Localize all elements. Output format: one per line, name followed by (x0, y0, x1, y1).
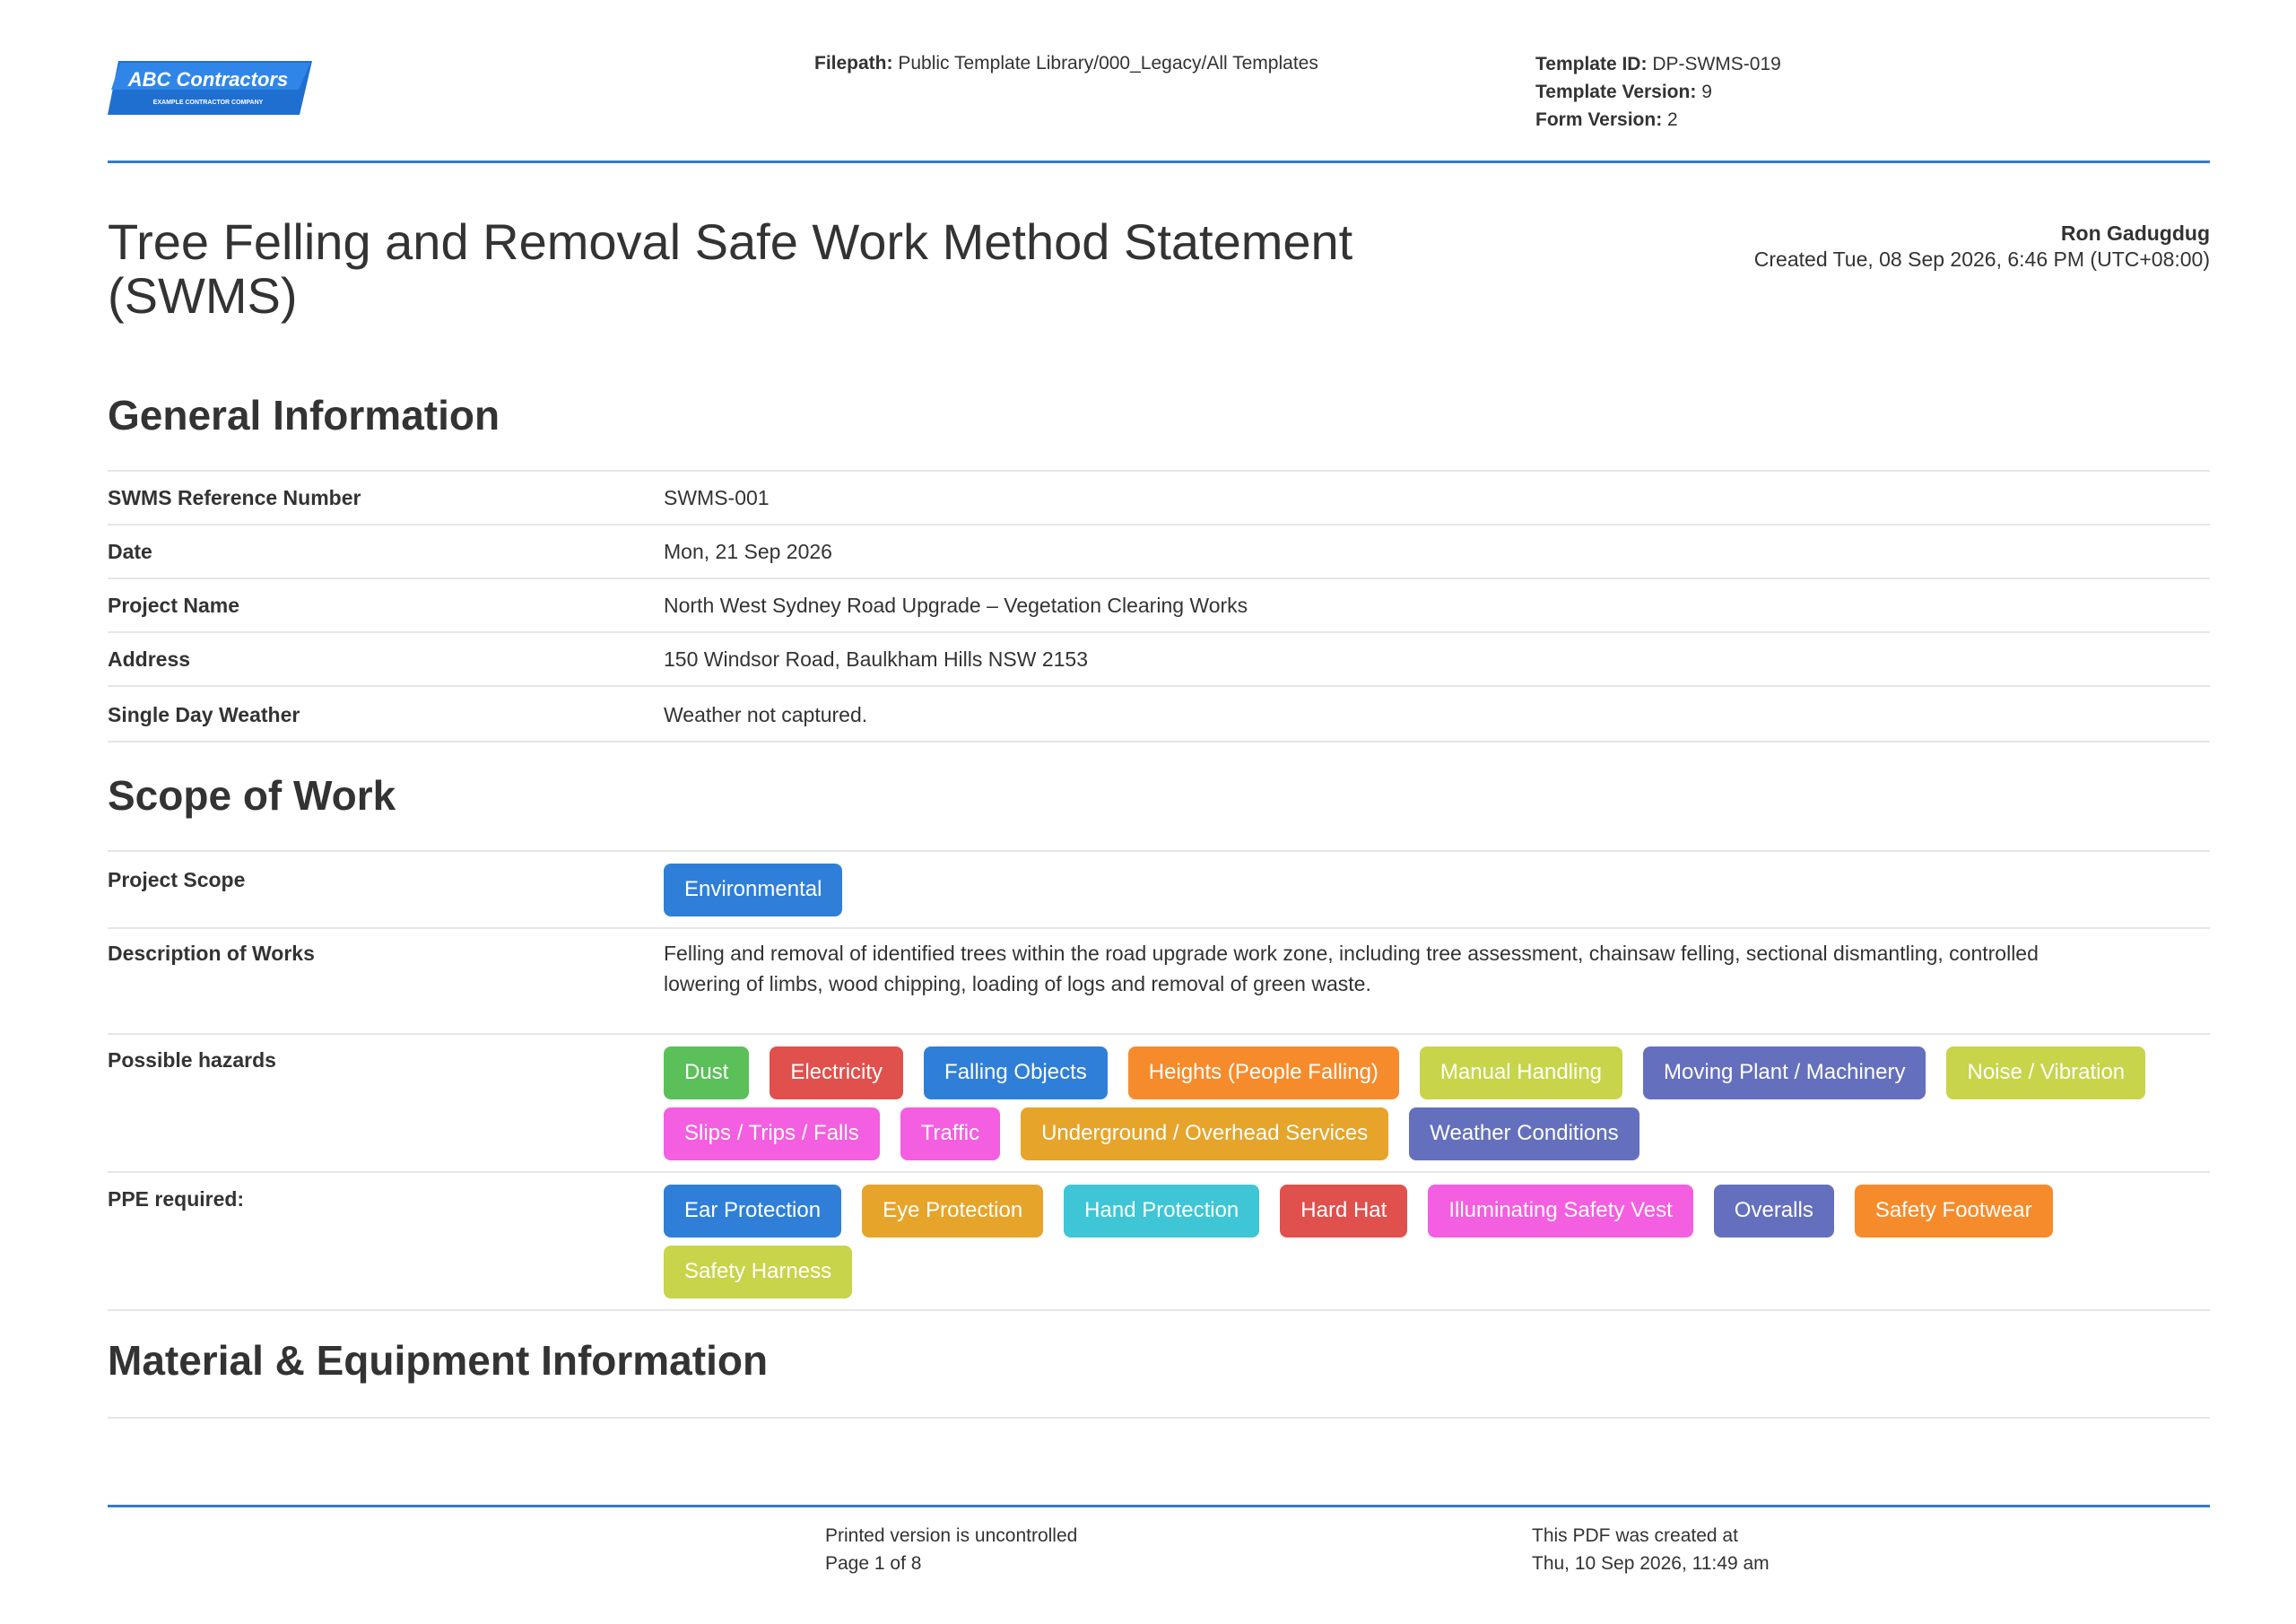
scope-chip: Environmental (664, 864, 843, 916)
ppe-chip: Eye Protection (862, 1185, 1044, 1238)
author-name: Ron Gadugdug (2060, 221, 2210, 245)
hazard-chip: Heights (People Falling) (1127, 1046, 1399, 1099)
document-page: ABC Contractors EXAMPLE CONTRACTOR COMPA… (0, 0, 2296, 1624)
info-row-weather: Single Day Weather Weather not captured. (108, 685, 2210, 741)
hazard-chip: Electricity (770, 1046, 904, 1099)
template-id: Template ID: DP-SWMS-019 (1535, 54, 1781, 74)
hazard-chip: Falling Objects (924, 1046, 1108, 1099)
info-row-address: Address 150 Windsor Road, Baulkham Hills… (108, 631, 2210, 685)
logo-text: ABC Contractors (127, 68, 288, 91)
section-general-information: General Information (108, 392, 500, 439)
hazard-chip: Dust (664, 1046, 750, 1099)
divider (108, 1417, 2210, 1419)
description-text: Felling and removal of identified trees … (664, 942, 2039, 995)
info-row-date: Date Mon, 21 Sep 2026 (108, 524, 2210, 578)
author-block: Ron Gadugdug Created Tue, 08 Sep 2026, 6… (1754, 221, 2210, 273)
hazard-chips: Dust Electricity Falling Objects Heights (P… (664, 1046, 2210, 1160)
pdf-created-label: This PDF was created at (1532, 1525, 1738, 1546)
filepath-block: Filepath: Public Template Library/000_Le… (814, 50, 1318, 77)
hazard-chip: Underground / Overhead Services (1021, 1107, 1389, 1160)
ppe-chip: Overalls (1713, 1185, 1834, 1238)
filepath-label: Filepath: (814, 53, 893, 74)
pdf-created-value: Thu, 10 Sep 2026, 11:49 am (1532, 1553, 1770, 1574)
hazard-chip: Noise / Vibration (1946, 1046, 2146, 1099)
ppe-chip: Safety Harness (664, 1246, 853, 1298)
template-meta: Template ID: DP-SWMS-019 Template Versio… (1535, 50, 1781, 134)
ppe-chip: Hard Hat (1280, 1185, 1408, 1238)
header-divider (108, 161, 2210, 163)
divider (108, 741, 2210, 743)
company-logo: ABC Contractors EXAMPLE CONTRACTOR COMPA… (108, 61, 312, 115)
footer-print-info: Printed version is uncontrolled Page 1 o… (825, 1522, 1077, 1577)
page-number: Page 1 of 8 (825, 1553, 922, 1574)
page-title: Tree Felling and Removal Safe Work Metho… (108, 213, 1353, 324)
ppe-chips: Ear Protection Eye Protection Hand Protect… (664, 1185, 2210, 1298)
ppe-chip: Illuminating Safety Vest (1428, 1185, 1693, 1238)
scope-row-ppe: PPE required: Ear Protection Eye Protecti… (108, 1171, 2210, 1309)
section-scope-of-work: Scope of Work (108, 772, 396, 819)
hazard-chip: Manual Handling (1419, 1046, 1623, 1099)
scope-row-hazards: Possible hazards Dust Electricity Falling … (108, 1033, 2210, 1171)
hazard-chip: Moving Plant / Machinery (1643, 1046, 1926, 1099)
ppe-chip: Ear Protection (664, 1185, 842, 1238)
footer-created-info: This PDF was created at Thu, 10 Sep 2026… (1532, 1522, 1770, 1577)
created-date: Created Tue, 08 Sep 2026, 6:46 PM (UTC+0… (1753, 248, 2210, 271)
hazard-chip: Slips / Trips / Falls (664, 1107, 880, 1160)
info-row-reference: SWMS Reference Number SWMS-001 (108, 470, 2210, 524)
logo-subtext: EXAMPLE CONTRACTOR COMPANY (153, 100, 264, 106)
filepath-value: Public Template Library/000_Legacy/All T… (898, 53, 1318, 74)
form-version: Form Version: 2 (1535, 109, 1678, 130)
ppe-chip: Safety Footwear (1854, 1185, 2053, 1238)
template-version: Template Version: 9 (1535, 82, 1712, 102)
hazard-chip: Traffic (900, 1107, 1001, 1160)
footer-divider (108, 1505, 2210, 1507)
hazard-chip: Weather Conditions (1409, 1107, 1639, 1160)
scope-row-description: Description of Works Felling and removal… (108, 927, 2210, 1033)
project-scope-chips: Environmental (664, 864, 2210, 916)
uncontrolled-notice: Printed version is uncontrolled (825, 1525, 1078, 1546)
ppe-chip: Hand Protection (1064, 1185, 1260, 1238)
info-row-project-name: Project Name North West Sydney Road Upgr… (108, 578, 2210, 631)
divider (108, 1309, 2210, 1311)
scope-row-project-scope: Project Scope Environmental (108, 850, 2210, 927)
section-material-equipment: Material & Equipment Information (108, 1337, 769, 1384)
